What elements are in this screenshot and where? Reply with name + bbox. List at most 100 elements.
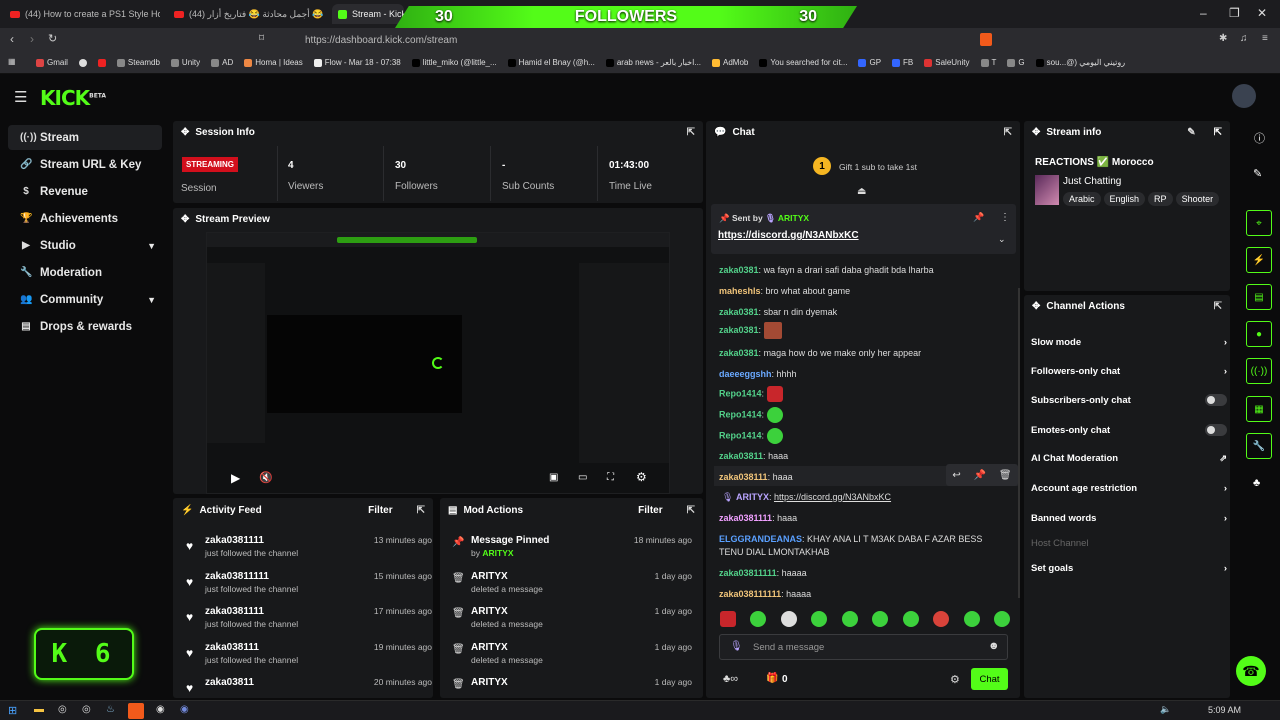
send-chat-button[interactable]: Chat <box>971 668 1008 690</box>
category-name[interactable]: Just Chatting <box>1063 176 1121 187</box>
emote-icon[interactable] <box>811 611 828 627</box>
sidebar-item-achievements[interactable]: 🏆 Achievements <box>8 206 162 231</box>
back-icon[interactable]: ‹ <box>10 32 14 46</box>
pin-icon[interactable]: 📌 <box>974 470 986 481</box>
action-subscribers-only[interactable]: Subscribers-only chat <box>1031 392 1227 408</box>
mute-icon[interactable]: 🔇 <box>259 471 273 484</box>
minimize-icon[interactable]: – <box>1200 6 1207 20</box>
kick-logo[interactable]: KICKBETA <box>40 86 106 110</box>
move-handle-icon[interactable]: ✥ <box>181 214 189 225</box>
edit-icon[interactable]: ✎ <box>1253 167 1262 180</box>
rail-chat-button[interactable]: ● <box>1246 321 1272 347</box>
bookmark[interactable]: You searched for cit... <box>759 58 847 67</box>
sidebar-item-stream-url-key[interactable]: 🔗 Stream URL & Key <box>8 152 162 177</box>
bookmark[interactable] <box>97 58 106 67</box>
action-slow-mode[interactable]: Slow mode › <box>1031 334 1227 350</box>
rail-list-button[interactable]: ▤ <box>1246 284 1272 310</box>
discord-icon[interactable]: ◉ <box>180 704 189 715</box>
emote-icon[interactable] <box>750 611 767 627</box>
hamburger-menu-icon[interactable]: ☰ <box>14 88 27 106</box>
emote-icon[interactable] <box>872 611 889 627</box>
rail-wrench-button[interactable]: 🔧 <box>1246 433 1272 459</box>
emote-icon[interactable] <box>780 611 797 627</box>
action-banned-words[interactable]: Banned words › <box>1031 510 1227 526</box>
bookmark[interactable]: little_miko (@little_... <box>411 58 497 67</box>
bookmark[interactable]: G <box>1007 58 1025 67</box>
bookmark[interactable]: arab news - اخبار بالعر... <box>605 58 701 67</box>
popout-icon[interactable]: ⇱ <box>1214 127 1222 138</box>
chevron-down-icon[interactable]: ⌄ <box>998 234 1006 245</box>
chat-scrollbar[interactable] <box>1018 288 1020 598</box>
bookmark[interactable]: Hamid el Bnay (@h... <box>507 58 595 67</box>
browser-tab-active[interactable]: Stream - Kick <box>332 4 404 24</box>
bookmark[interactable]: FB <box>892 58 913 67</box>
unpin-icon[interactable]: 📌 <box>973 212 984 223</box>
channel-points-icon[interactable]: ♣∞ <box>723 673 738 685</box>
bookmark[interactable]: AdMob <box>712 58 748 67</box>
bookmark-icon[interactable]: ⌑ <box>259 33 264 44</box>
pip-icon[interactable]: ▣ <box>549 472 558 483</box>
gift-sub-banner[interactable]: Gift 1 sub to take 1st <box>839 162 917 172</box>
fullscreen-icon[interactable]: ⛶ <box>607 472 614 483</box>
emote-icon[interactable] <box>841 611 858 627</box>
popout-icon[interactable]: ⇱ <box>1214 301 1222 312</box>
rail-broadcast-button[interactable]: ((·)) <box>1246 358 1272 384</box>
emote-icon[interactable] <box>902 611 919 627</box>
bookmark[interactable]: Steamdb <box>116 58 160 67</box>
menu-icon[interactable]: ≡ <box>1262 33 1268 44</box>
restore-icon[interactable]: ❐ <box>1229 6 1240 20</box>
popout-icon[interactable]: ⇱ <box>687 127 695 138</box>
volume-icon[interactable]: 🔈 <box>1160 704 1171 715</box>
toggle-switch[interactable] <box>1205 394 1227 406</box>
emote-icon[interactable] <box>963 611 980 627</box>
sidebar-item-moderation[interactable]: 🔧 Moderation <box>8 260 162 285</box>
emote-icon[interactable] <box>720 611 736 627</box>
support-chat-button[interactable]: ☎ <box>1236 656 1266 686</box>
pinned-link[interactable]: https://discord.gg/N3ANbxKC <box>718 230 859 241</box>
chat-input[interactable]: 🎙 Send a message ☻ <box>719 634 1008 660</box>
bookmark[interactable]: SaleUnity <box>924 58 970 67</box>
trash-icon[interactable]: 🗑 <box>999 470 1012 481</box>
bookmark[interactable]: T <box>980 58 996 67</box>
edit-icon[interactable]: ✎ <box>1187 127 1195 138</box>
emote-icon[interactable] <box>993 611 1010 627</box>
video-player[interactable]: ▶ 🔇 ▣ ▭ ⛶ ⚙ <box>206 232 670 494</box>
app-icon[interactable]: ◎ <box>82 704 91 715</box>
windows-start-icon[interactable]: ⊞ <box>8 704 17 717</box>
bookmark[interactable]: AD <box>211 58 233 67</box>
rail-panel-button[interactable]: ▦ <box>1246 396 1272 422</box>
chrome-icon[interactable]: ◎ <box>58 704 67 715</box>
bookmark[interactable]: GP <box>858 58 881 67</box>
popout-icon[interactable]: ⇱ <box>687 505 695 516</box>
reload-icon[interactable]: ↻ <box>48 32 57 45</box>
browser-tab[interactable]: (44) أجمل محادثة 😂 فتاريخ أزار 😂 ... tub… <box>174 4 324 24</box>
bookmark[interactable]: Flow - Mar 18 - 07:38 <box>313 58 401 67</box>
media-icon[interactable]: ♫ <box>1240 33 1248 44</box>
emoji-icon[interactable]: ☻ <box>988 640 1000 652</box>
move-handle-icon[interactable]: ✥ <box>1032 301 1040 312</box>
gift-icon[interactable]: 🎁 <box>766 673 778 684</box>
file-explorer-icon[interactable]: ▬ <box>34 704 44 715</box>
sidebar-item-community[interactable]: 👥 Community ▼ <box>8 287 162 312</box>
bookmark[interactable]: sou...@) روتيني اليومي <box>1035 58 1125 67</box>
move-handle-icon[interactable]: ✥ <box>1032 127 1040 138</box>
rail-bolt-button[interactable]: ⚡ <box>1246 247 1272 273</box>
sidebar-item-revenue[interactable]: $ Revenue <box>8 179 162 204</box>
brave-taskbar-icon[interactable] <box>128 703 144 719</box>
bookmark[interactable] <box>78 58 87 67</box>
close-icon[interactable]: ✕ <box>1257 6 1267 20</box>
action-set-goals[interactable]: Set goals › <box>1031 560 1227 576</box>
brave-shield-icon[interactable] <box>980 33 992 46</box>
emote-icon[interactable] <box>933 611 950 627</box>
info-icon[interactable]: ⓘ <box>1254 130 1265 146</box>
theater-icon[interactable]: ▭ <box>578 472 587 483</box>
forward-icon[interactable]: › <box>30 32 34 46</box>
popout-icon[interactable]: ⇱ <box>417 505 425 516</box>
steam-icon[interactable]: ♨ <box>106 704 115 715</box>
reply-icon[interactable]: ↩ <box>952 470 960 481</box>
bookmark[interactable]: Unity <box>170 58 200 67</box>
bookmark[interactable]: Homa | Ideas <box>244 58 303 67</box>
sidebar-item-studio[interactable]: ▶ Studio ▼ <box>8 233 162 258</box>
address-bar[interactable]: https://dashboard.kick.com/stream <box>280 30 1004 50</box>
sidebar-item-stream[interactable]: ((·)) Stream <box>8 125 162 150</box>
